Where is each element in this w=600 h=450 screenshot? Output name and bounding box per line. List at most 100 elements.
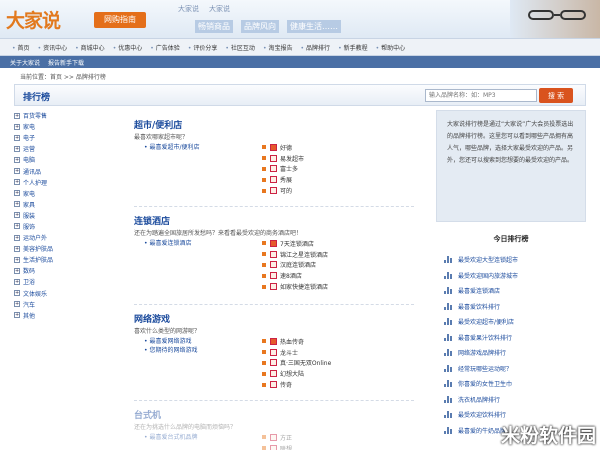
sidebar-item[interactable]: + 数码 xyxy=(14,265,114,276)
vote-option[interactable]: 如家快捷连锁酒店 xyxy=(262,281,328,292)
expand-icon[interactable]: + xyxy=(14,267,20,274)
section-title[interactable]: 网络游戏 xyxy=(134,312,424,325)
sidebar-item[interactable]: + 家电 xyxy=(14,188,114,199)
list-item[interactable]: 网络游戏品牌排行 xyxy=(444,345,586,361)
sidebar-item[interactable]: + 个人护理 xyxy=(14,177,114,188)
expand-icon[interactable]: + xyxy=(14,312,20,319)
list-item[interactable]: 最喜爱连锁酒店 xyxy=(444,283,586,299)
checkbox[interactable] xyxy=(270,337,277,345)
vote-option[interactable]: 富士多 xyxy=(262,164,304,175)
checkbox[interactable] xyxy=(270,154,277,162)
vote-option[interactable]: 秀展 xyxy=(262,174,304,185)
list-item[interactable]: 最受欢迎大型连锁超市 xyxy=(444,252,586,268)
expand-icon[interactable]: + xyxy=(14,290,20,297)
header-link[interactable]: 大家说 xyxy=(209,4,230,14)
sidebar-item[interactable]: + 生活护肤品 xyxy=(14,254,114,265)
sidebar-item[interactable]: + 电脑 xyxy=(14,154,114,165)
vote-option[interactable]: 热血传奇 xyxy=(262,336,331,347)
checkbox[interactable] xyxy=(270,272,277,280)
sidebar-item[interactable]: + 通讯品 xyxy=(14,165,114,176)
sidebar-item[interactable]: + 家电 xyxy=(14,121,114,132)
nav-item-home[interactable]: 首页 xyxy=(8,43,34,52)
sidebar-item[interactable]: + 运动户外 xyxy=(14,232,114,243)
list-item[interactable]: 最受欢迎国内旅游城市 xyxy=(444,268,586,284)
vote-option[interactable]: 易发超市 xyxy=(262,153,304,164)
section-link[interactable]: 最喜爱连锁酒店 xyxy=(144,238,191,247)
subnav-about[interactable]: 关于大家说 xyxy=(10,58,40,67)
sidebar-item[interactable]: + 文体娱乐 xyxy=(14,288,114,299)
vote-option[interactable]: 传奇 xyxy=(262,379,331,390)
sidebar-item[interactable]: + 百货零售 xyxy=(14,110,114,121)
expand-icon[interactable]: + xyxy=(14,156,20,163)
expand-icon[interactable]: + xyxy=(14,278,20,285)
checkbox[interactable] xyxy=(270,261,277,269)
checkbox[interactable] xyxy=(270,187,277,195)
checkbox[interactable] xyxy=(270,239,277,247)
checkbox[interactable] xyxy=(270,433,277,441)
list-item[interactable]: 最喜爱果汁饮料排行 xyxy=(444,330,586,346)
vote-option[interactable]: 汉庭连锁酒店 xyxy=(262,260,328,271)
section-title[interactable]: 超市/便利店 xyxy=(134,118,424,131)
sidebar-item[interactable]: + 服装 xyxy=(14,210,114,221)
checkbox[interactable] xyxy=(270,381,277,389)
sidebar-item[interactable]: + 家具 xyxy=(14,199,114,210)
checkbox[interactable] xyxy=(270,444,277,450)
vote-option[interactable]: 锦江之星连锁酒店 xyxy=(262,249,328,260)
brand-search-input[interactable] xyxy=(425,89,537,102)
section-link[interactable]: 最喜爱超市/便利店 xyxy=(144,142,199,151)
expand-icon[interactable]: + xyxy=(14,245,20,252)
search-button[interactable]: 搜 索 xyxy=(539,88,573,103)
sidebar-item[interactable]: + 美容护肤品 xyxy=(14,243,114,254)
vote-option[interactable]: 方正 xyxy=(262,432,292,443)
expand-icon[interactable]: + xyxy=(14,190,20,197)
nav-item-news[interactable]: 资讯中心 xyxy=(34,43,72,52)
vote-option[interactable]: 联想 xyxy=(262,443,292,450)
section-title[interactable]: 连锁酒店 xyxy=(134,214,424,227)
site-logo[interactable]: 大家说 xyxy=(6,6,61,33)
nav-item-deals[interactable]: 优惠中心 xyxy=(109,43,147,52)
vote-option[interactable]: 龙斗士 xyxy=(262,347,331,358)
section-link[interactable]: 您期待的网络游戏 xyxy=(144,345,197,354)
checkbox[interactable] xyxy=(270,359,277,367)
nav-item-mall[interactable]: 商城中心 xyxy=(71,43,109,52)
checkbox[interactable] xyxy=(270,143,277,151)
sidebar-item[interactable]: + 卫浴 xyxy=(14,276,114,287)
expand-icon[interactable]: + xyxy=(14,234,20,241)
nav-item-reviews[interactable]: 评价分享 xyxy=(184,43,222,52)
nav-item-ads[interactable]: 广告体验 xyxy=(146,43,184,52)
checkbox[interactable] xyxy=(270,165,277,173)
vote-option[interactable]: 7天连锁酒店 xyxy=(262,238,328,249)
sidebar-item[interactable]: + 汽车 xyxy=(14,299,114,310)
checkbox[interactable] xyxy=(270,250,277,258)
nav-item-help[interactable]: 帮助中心 xyxy=(372,43,410,52)
expand-icon[interactable]: + xyxy=(14,301,20,308)
expand-icon[interactable]: + xyxy=(14,168,20,175)
checkbox[interactable] xyxy=(270,348,277,356)
nav-item-tutorial[interactable]: 新手教程 xyxy=(334,43,372,52)
list-item[interactable]: 最喜爱饮料排行 xyxy=(444,299,586,315)
section-link[interactable]: 最喜爱网络游戏 xyxy=(144,336,191,345)
expand-icon[interactable]: + xyxy=(14,212,20,219)
checkbox[interactable] xyxy=(270,370,277,378)
header-link[interactable]: 大家说 xyxy=(178,4,199,14)
vote-option[interactable]: 好德 xyxy=(262,142,304,153)
expand-icon[interactable]: + xyxy=(14,123,20,130)
nav-item-brand-rank[interactable]: 品牌排行 xyxy=(297,43,335,52)
vote-option[interactable]: 可的 xyxy=(262,185,304,196)
list-item[interactable]: 经常玩哪些运动呢？ xyxy=(444,361,586,377)
vote-option[interactable]: 速8酒店 xyxy=(262,270,328,281)
expand-icon[interactable]: + xyxy=(14,112,20,119)
nav-item-community[interactable]: 社区互动 xyxy=(221,43,259,52)
subnav-download[interactable]: 报告新手下载 xyxy=(48,58,84,67)
list-item[interactable]: 最受欢迎超市/便利店 xyxy=(444,314,586,330)
expand-icon[interactable]: + xyxy=(14,179,20,186)
section-link[interactable]: 最喜爱台式机品牌 xyxy=(144,432,197,441)
sidebar-item[interactable]: + 运营 xyxy=(14,143,114,154)
sidebar-item[interactable]: + 电子 xyxy=(14,132,114,143)
sidebar-item[interactable]: + 其他 xyxy=(14,310,114,321)
expand-icon[interactable]: + xyxy=(14,223,20,230)
checkbox[interactable] xyxy=(270,283,277,291)
sidebar-item[interactable]: + 服饰 xyxy=(14,221,114,232)
expand-icon[interactable]: + xyxy=(14,134,20,141)
list-item[interactable]: 你喜爱的女性卫生巾 xyxy=(444,376,586,392)
